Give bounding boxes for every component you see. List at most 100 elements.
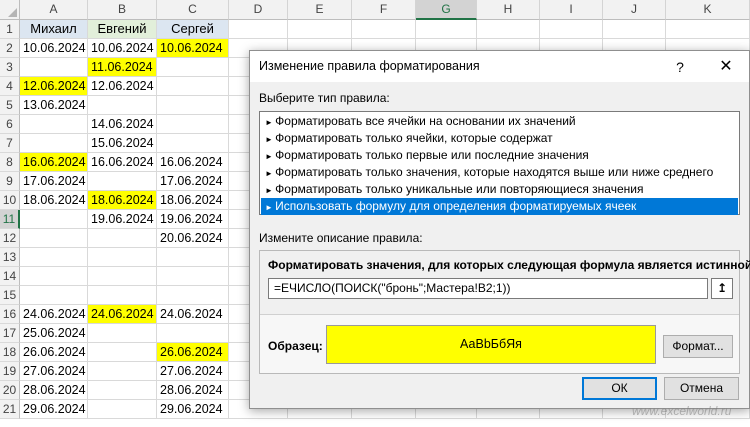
cell-g1[interactable] [416,20,477,39]
cell-a13[interactable] [20,248,88,267]
cell-c21[interactable]: 29.06.2024 [157,400,229,419]
row-header[interactable]: 4 [0,77,20,96]
row-header[interactable]: 11 [0,210,20,229]
row-header[interactable]: 10 [0,191,20,210]
formula-input[interactable]: =ЕЧИСЛО(ПОИСК("бронь";Мастера!B2;1)) [268,278,708,299]
row-header[interactable]: 5 [0,96,20,115]
cell-c19[interactable]: 27.06.2024 [157,362,229,381]
row-header[interactable]: 3 [0,58,20,77]
cell-c18[interactable]: 26.06.2024 [157,343,229,362]
column-header-j[interactable]: J [603,0,666,20]
column-header-h[interactable]: H [477,0,540,20]
cell-a14[interactable] [20,267,88,286]
rule-type-item[interactable]: ► Форматировать только уникальные или по… [261,181,738,198]
cell-b6[interactable]: 14.06.2024 [88,115,157,134]
cell-b2[interactable]: 10.06.2024 [88,39,157,58]
format-button[interactable]: Формат... [663,335,733,358]
cell-a2[interactable]: 10.06.2024 [20,39,88,58]
cell-c9[interactable]: 17.06.2024 [157,172,229,191]
cell-a1[interactable]: Михаил [20,20,88,39]
cell-f1[interactable] [352,20,416,39]
cell-a9[interactable]: 17.06.2024 [20,172,88,191]
cell-b16[interactable]: 24.06.2024 [88,305,157,324]
cell-b17[interactable] [88,324,157,343]
cell-c4[interactable] [157,77,229,96]
cell-a15[interactable] [20,286,88,305]
cell-a10[interactable]: 18.06.2024 [20,191,88,210]
collapse-dialog-icon[interactable]: ↥ [711,278,733,299]
column-header-e[interactable]: E [288,0,352,20]
column-header-a[interactable]: A [20,0,88,20]
rule-type-item[interactable]: ► Форматировать все ячейки на основании … [261,113,738,130]
column-header-f[interactable]: F [352,0,416,20]
column-header-g[interactable]: G [416,0,477,20]
column-header-c[interactable]: C [157,0,229,20]
cell-b20[interactable] [88,381,157,400]
cell-a3[interactable] [20,58,88,77]
cell-a19[interactable]: 27.06.2024 [20,362,88,381]
row-header[interactable]: 2 [0,39,20,58]
cell-a11[interactable] [20,210,88,229]
cell-a16[interactable]: 24.06.2024 [20,305,88,324]
cell-a5[interactable]: 13.06.2024 [20,96,88,115]
cell-c7[interactable] [157,134,229,153]
row-header[interactable]: 14 [0,267,20,286]
cell-b15[interactable] [88,286,157,305]
cell-e1[interactable] [288,20,352,39]
rule-type-item[interactable]: ► Форматировать только первые или послед… [261,147,738,164]
row-header[interactable]: 6 [0,115,20,134]
cell-a12[interactable] [20,229,88,248]
rule-type-list[interactable]: ► Форматировать все ячейки на основании … [259,111,740,215]
cell-c17[interactable] [157,324,229,343]
cancel-button[interactable]: Отмена [664,377,739,400]
cell-c11[interactable]: 19.06.2024 [157,210,229,229]
cell-a21[interactable]: 29.06.2024 [20,400,88,419]
cell-i1[interactable] [540,20,603,39]
cell-b11[interactable]: 19.06.2024 [88,210,157,229]
column-header-b[interactable]: B [88,0,157,20]
cell-a7[interactable] [20,134,88,153]
cell-b4[interactable]: 12.06.2024 [88,77,157,96]
cell-c13[interactable] [157,248,229,267]
row-header[interactable]: 19 [0,362,20,381]
cell-b18[interactable] [88,343,157,362]
cell-b3[interactable]: 11.06.2024 [88,58,157,77]
row-header[interactable]: 21 [0,400,20,419]
cell-c15[interactable] [157,286,229,305]
row-header[interactable]: 16 [0,305,20,324]
cell-b12[interactable] [88,229,157,248]
cell-b14[interactable] [88,267,157,286]
row-header[interactable]: 12 [0,229,20,248]
cell-c12[interactable]: 20.06.2024 [157,229,229,248]
row-header[interactable]: 7 [0,134,20,153]
cell-a18[interactable]: 26.06.2024 [20,343,88,362]
cell-c6[interactable] [157,115,229,134]
cell-c8[interactable]: 16.06.2024 [157,153,229,172]
cell-c16[interactable]: 24.06.2024 [157,305,229,324]
cell-b7[interactable]: 15.06.2024 [88,134,157,153]
cell-b10[interactable]: 18.06.2024 [88,191,157,210]
row-header[interactable]: 15 [0,286,20,305]
cell-j1[interactable] [603,20,666,39]
cell-a4[interactable]: 12.06.2024 [20,77,88,96]
row-header[interactable]: 18 [0,343,20,362]
row-header[interactable]: 1 [0,20,20,39]
column-header-d[interactable]: D [229,0,288,20]
rule-type-item[interactable]: ► Использовать формулу для определения ф… [261,198,738,215]
cell-d1[interactable] [229,20,288,39]
row-header[interactable]: 9 [0,172,20,191]
cell-b9[interactable] [88,172,157,191]
close-icon[interactable]: ✕ [713,56,739,78]
cell-b5[interactable] [88,96,157,115]
cell-b8[interactable]: 16.06.2024 [88,153,157,172]
row-header[interactable]: 17 [0,324,20,343]
cell-a20[interactable]: 28.06.2024 [20,381,88,400]
row-header[interactable]: 8 [0,153,20,172]
column-header-i[interactable]: I [540,0,603,20]
cell-c1[interactable]: Сергей [157,20,229,39]
cell-a6[interactable] [20,115,88,134]
cell-c10[interactable]: 18.06.2024 [157,191,229,210]
cell-b1[interactable]: Евгений [88,20,157,39]
ok-button[interactable]: ОК [582,377,657,400]
cell-c3[interactable] [157,58,229,77]
